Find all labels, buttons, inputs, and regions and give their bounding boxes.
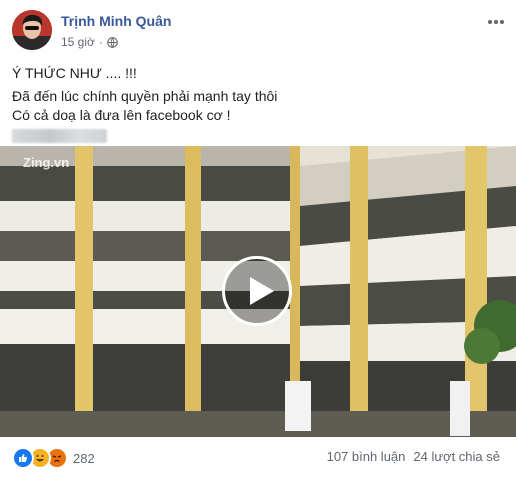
post-footer: 282 107 bình luận 24 lượt chia sẻ [12,445,506,469]
video-player[interactable]: Zing.vn [0,146,516,437]
globe-icon[interactable] [107,36,118,48]
author-avatar[interactable] [12,10,52,50]
post-text-line: Đã đến lúc chính quyền phải mạnh tay thô… [12,88,278,104]
post-time[interactable]: 15 giờ [61,35,95,49]
post-meta: 15 giờ · [61,35,118,49]
post-text-line: Có cả doạ là đưa lên facebook cơ ! [12,107,231,123]
like-icon [12,447,34,469]
reaction-count[interactable]: 282 [73,451,95,466]
more-horizontal-icon[interactable] [486,14,506,30]
author-name[interactable]: Trịnh Minh Quân [61,13,171,29]
blurred-text [12,129,107,143]
engagement-stats: 107 bình luận 24 lượt chia sẻ [327,449,500,464]
post-text-line: Ý THỨC NHƯ .... !!! [12,65,137,81]
avatar-image [12,10,52,50]
post-header: Trịnh Minh Quân 15 giờ · [12,10,506,52]
share-count[interactable]: 24 lượt chia sẻ [413,449,500,464]
meta-separator: · [98,35,103,49]
play-icon[interactable] [222,256,292,326]
post-card: Trịnh Minh Quân 15 giờ · Ý THỨC NHƯ ....… [0,0,516,478]
comment-count[interactable]: 107 bình luận [327,449,406,464]
video-watermark: Zing.vn [23,155,70,170]
reactions-summary[interactable]: 282 [12,447,95,469]
post-text: Ý THỨC NHƯ .... !!! Đã đến lúc chính quy… [12,64,502,143]
